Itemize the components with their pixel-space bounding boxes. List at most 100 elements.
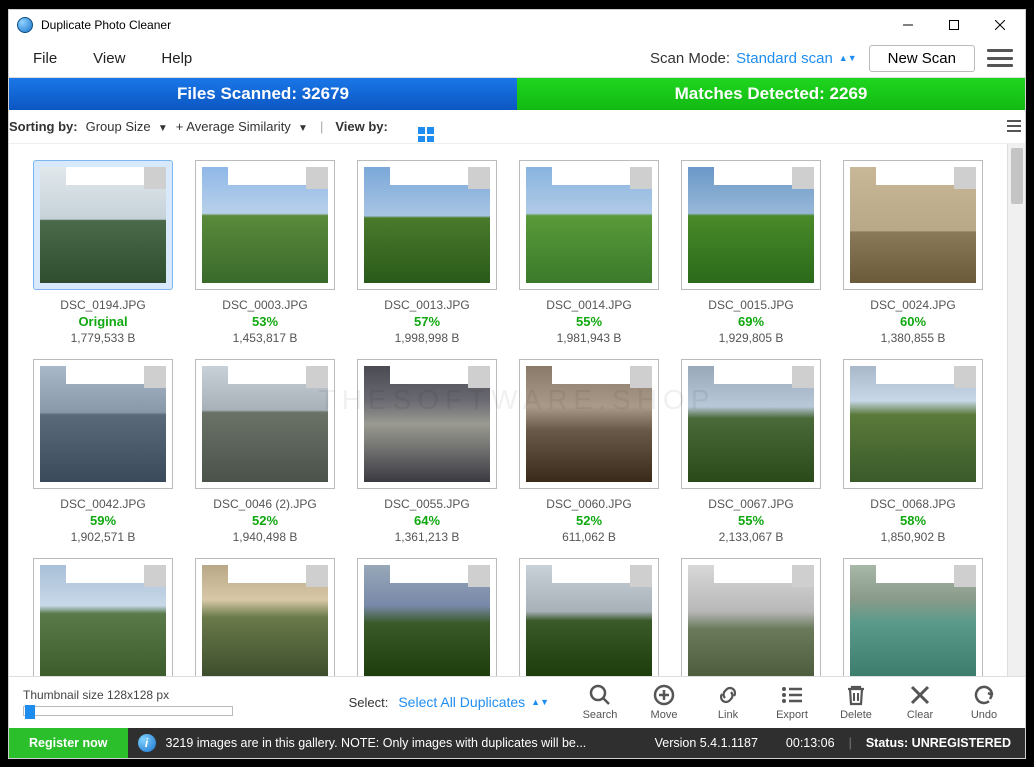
file-size: 1,779,533 B [71,331,136,345]
select-checkbox[interactable] [630,167,652,189]
photo-card[interactable] [677,558,825,676]
clear-icon [908,683,932,707]
sort-option-avg-similarity[interactable]: + Average Similarity ▼ [176,119,308,134]
separator: | [320,119,323,134]
thumbnail-frame [843,160,983,290]
clear-button[interactable]: Clear [893,683,947,721]
app-title: Duplicate Photo Cleaner [41,18,171,32]
status-message: 3219 images are in this gallery. NOTE: O… [166,736,641,750]
select-checkbox[interactable] [630,366,652,388]
minimize-button[interactable] [885,10,931,40]
version-label: Version 5.4.1.1187 [641,736,772,750]
stats-bar: Files Scanned: 32679 Matches Detected: 2… [9,78,1025,110]
thumbnail-frame [681,160,821,290]
export-icon [780,683,804,707]
select-checkbox[interactable] [792,366,814,388]
select-checkbox[interactable] [306,366,328,388]
select-checkbox[interactable] [468,366,490,388]
move-button[interactable]: Move [637,683,691,721]
grid-view-icon[interactable] [396,109,995,143]
sort-option-group-size[interactable]: Group Size ▼ [86,119,168,134]
select-checkbox[interactable] [954,167,976,189]
thumbnail-frame [33,359,173,489]
similarity-percent: 59% [90,513,116,528]
file-name: DSC_0060.JPG [546,497,631,511]
scan-mode-dropdown[interactable]: Standard scan ▲▼ [736,50,857,67]
thumbnail-image [202,167,328,283]
photo-card[interactable]: DSC_0067.JPG55%2,133,067 B [677,359,825,544]
photo-card[interactable] [29,558,177,676]
thumbnail-frame [195,160,335,290]
delete-button[interactable]: Delete [829,683,883,721]
file-size: 1,361,213 B [395,530,460,544]
file-name: DSC_0003.JPG [222,298,307,312]
thumbnail-frame [519,558,659,676]
close-button[interactable] [977,10,1023,40]
select-checkbox[interactable] [468,167,490,189]
select-checkbox[interactable] [792,167,814,189]
thumbnail-image [526,366,652,482]
registration-status: Status: UNREGISTERED [852,736,1025,750]
similarity-percent: 55% [576,314,602,329]
photo-card[interactable]: DSC_0046 (2).JPG52%1,940,498 B [191,359,339,544]
file-name: DSC_0067.JPG [708,497,793,511]
menu-help[interactable]: Help [143,44,210,73]
thumbnail-frame [681,558,821,676]
select-checkbox[interactable] [306,167,328,189]
menubar: File View Help Scan Mode: Standard scan … [9,40,1025,78]
file-size: 1,940,498 B [233,530,298,544]
photo-card[interactable]: DSC_0015.JPG69%1,929,805 B [677,160,825,345]
select-checkbox[interactable] [468,565,490,587]
select-checkbox[interactable] [144,565,166,587]
select-dropdown[interactable]: Select All Duplicates ▲▼ [398,694,549,710]
file-name: DSC_0013.JPG [384,298,469,312]
list-view-icon[interactable] [1003,115,1025,137]
slider-knob[interactable] [25,705,35,719]
file-size: 1,902,571 B [71,530,136,544]
similarity-percent: 55% [738,513,764,528]
photo-card[interactable]: DSC_0194.JPGOriginal1,779,533 B [29,160,177,345]
thumbnail-size-slider[interactable] [23,706,233,716]
search-button[interactable]: Search [573,683,627,721]
hamburger-icon[interactable] [987,49,1013,67]
undo-icon [972,683,996,707]
photo-card[interactable]: DSC_0013.JPG57%1,998,998 B [353,160,501,345]
sorting-by-label: Sorting by: [9,119,78,134]
menu-view[interactable]: View [75,44,143,73]
scrollbar-handle[interactable] [1011,148,1023,204]
new-scan-button[interactable]: New Scan [869,45,975,72]
select-checkbox[interactable] [954,366,976,388]
similarity-percent: 58% [900,513,926,528]
elapsed-time: 00:13:06 [772,736,849,750]
link-button[interactable]: Link [701,683,755,721]
maximize-button[interactable] [931,10,977,40]
photo-card[interactable]: DSC_0055.JPG64%1,361,213 B [353,359,501,544]
select-checkbox[interactable] [630,565,652,587]
thumbnail-frame [519,160,659,290]
select-checkbox[interactable] [792,565,814,587]
select-checkbox[interactable] [306,565,328,587]
photo-card[interactable] [191,558,339,676]
file-size: 1,850,902 B [881,530,946,544]
photo-card[interactable] [515,558,663,676]
photo-card[interactable] [353,558,501,676]
select-checkbox[interactable] [144,167,166,189]
similarity-percent: 52% [252,513,278,528]
select-checkbox[interactable] [144,366,166,388]
photo-card[interactable]: DSC_0060.JPG52%611,062 B [515,359,663,544]
select-checkbox[interactable] [954,565,976,587]
photo-card[interactable]: DSC_0024.JPG60%1,380,855 B [839,160,987,345]
thumbnail-image [850,167,976,283]
photo-card[interactable]: DSC_0068.JPG58%1,850,902 B [839,359,987,544]
photo-card[interactable] [839,558,987,676]
export-button[interactable]: Export [765,683,819,721]
scrollbar[interactable] [1007,144,1025,676]
triangle-down-icon: ▼ [298,123,308,134]
photo-card[interactable]: DSC_0014.JPG55%1,981,943 B [515,160,663,345]
menu-file[interactable]: File [15,44,75,73]
file-name: DSC_0042.JPG [60,497,145,511]
photo-card[interactable]: DSC_0042.JPG 59% 1,902,571 B [29,359,177,544]
photo-card[interactable]: DSC_0003.JPG53%1,453,817 B [191,160,339,345]
undo-button[interactable]: Undo [957,683,1011,721]
register-now-button[interactable]: Register now [9,728,128,758]
